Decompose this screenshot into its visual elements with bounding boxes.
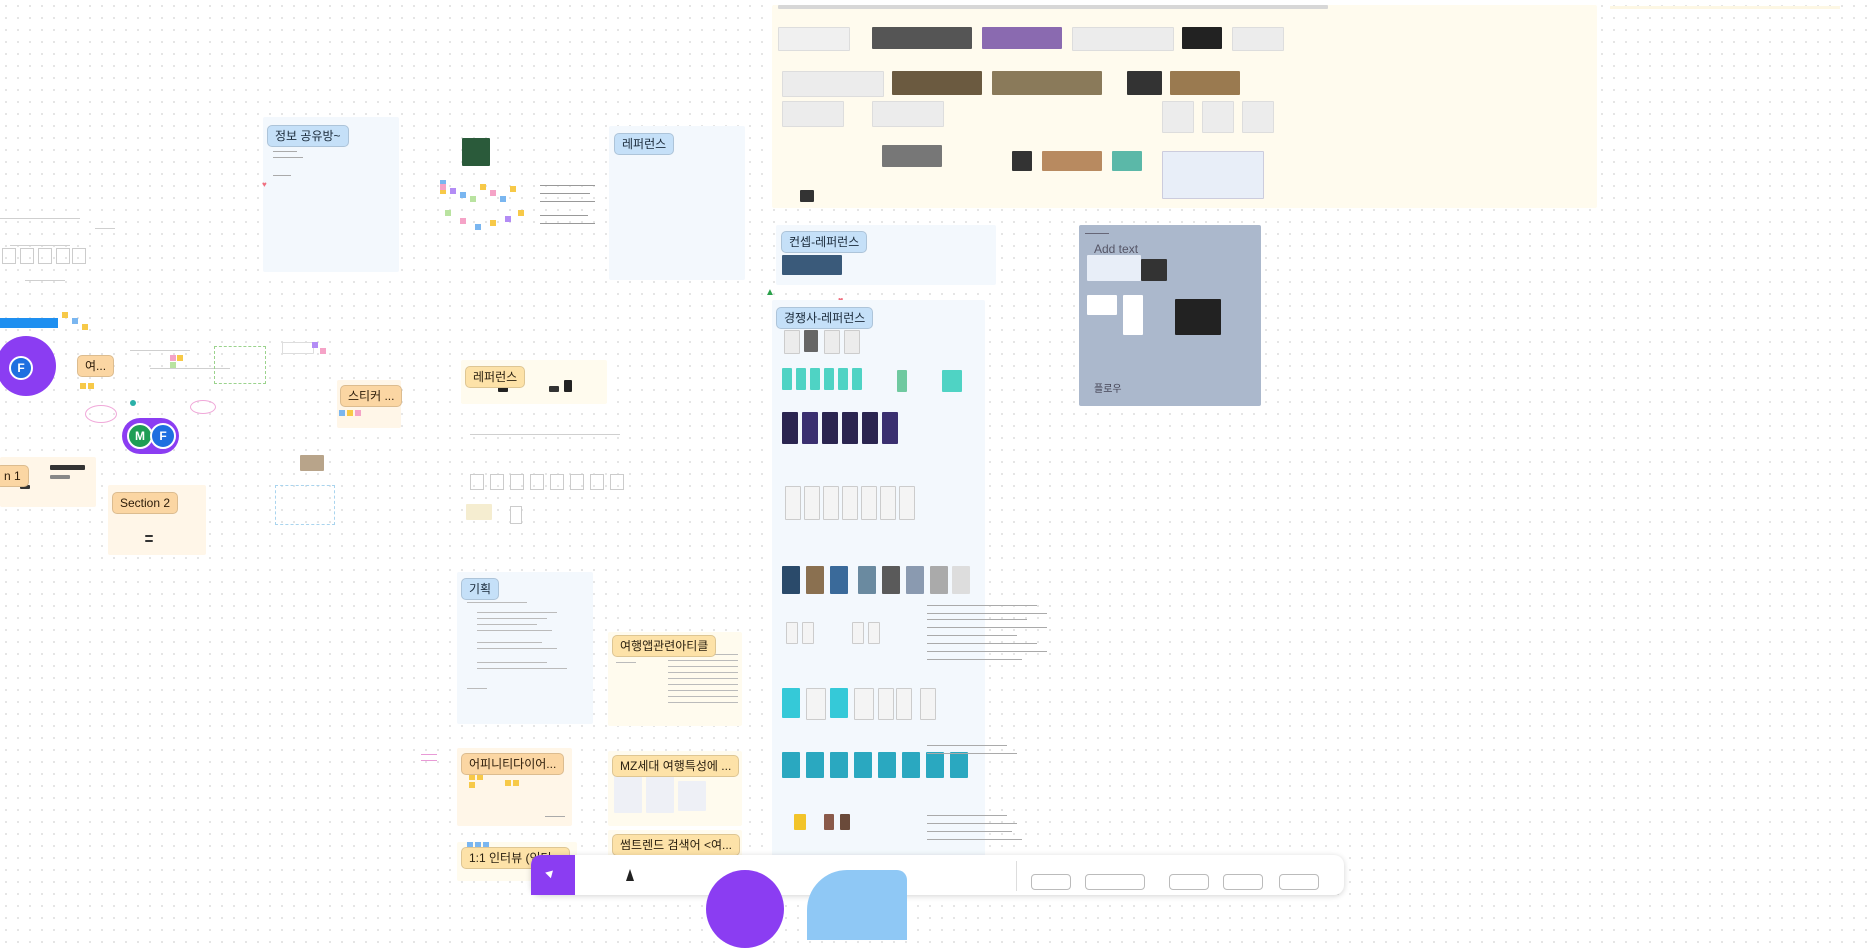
section-label-competitor-reference[interactable]: 경쟁사-레퍼런스 xyxy=(776,307,874,329)
avatar-f-large[interactable]: F xyxy=(9,356,33,380)
cursor-arrow-icon xyxy=(545,867,556,879)
top-right-strip xyxy=(1610,6,1840,9)
pink-ellipse xyxy=(85,405,117,423)
notes-text-column xyxy=(927,605,1052,855)
section-label-1[interactable]: n 1 xyxy=(0,465,29,487)
section-label-concept-reference[interactable]: 컨셉-레퍼런스 xyxy=(781,231,868,253)
section-label-sticker[interactable]: 스티커 ... xyxy=(340,385,403,407)
small-photo xyxy=(300,455,324,471)
widget-button-3[interactable] xyxy=(1169,874,1209,890)
section-label-yeo[interactable]: 여... xyxy=(77,355,115,377)
left-cluster-sketches xyxy=(0,200,180,310)
section-label-reference-a[interactable]: 레퍼런스 xyxy=(614,133,675,155)
wireframe-sketches xyxy=(450,430,630,530)
avatar-f-small[interactable]: F xyxy=(150,423,176,449)
widget-button-4[interactable] xyxy=(1223,874,1263,890)
add-text-placeholder[interactable]: Add text xyxy=(1094,242,1138,256)
thumbs-up-icon: ▲ xyxy=(765,287,775,298)
reference-board-top xyxy=(772,5,1597,208)
select-tool-button[interactable] xyxy=(531,855,575,895)
board-sticky-cluster xyxy=(420,135,600,250)
left-sticky-cluster xyxy=(80,383,100,393)
section-label-travel-app-article[interactable]: 여행앱관련아티클 xyxy=(612,635,717,657)
section-label-2[interactable]: Section 2 xyxy=(112,492,179,514)
toolbar-divider xyxy=(1016,861,1017,891)
small-frames-mid xyxy=(272,338,332,378)
section-label-affinity[interactable]: 어피니티다이어... xyxy=(461,753,565,775)
pink-side-note xyxy=(421,752,441,762)
section-label-info-share[interactable]: 정보 공유방~ xyxy=(267,125,349,147)
section-label-some-trend[interactable]: 썸트렌드 검색어 <여... xyxy=(612,834,740,856)
bottom-toolbar xyxy=(531,855,1344,948)
pen-icon[interactable] xyxy=(626,869,634,881)
flow-label: 플로우 xyxy=(1094,384,1122,395)
mindmap-area xyxy=(110,330,270,420)
circle-shape-icon[interactable] xyxy=(706,870,784,948)
heart-icon: ♥ xyxy=(262,180,267,189)
widget-button-5[interactable] xyxy=(1279,874,1319,890)
blue-banner xyxy=(0,318,58,328)
section-label-reference-b[interactable]: 레퍼런스 xyxy=(465,366,526,388)
widget-button-1[interactable] xyxy=(1031,874,1071,890)
small-doc-frame xyxy=(275,485,335,525)
section-label-mz-travel[interactable]: MZ세대 여행특성에 ... xyxy=(612,755,740,777)
section-label-planning[interactable]: 기획 xyxy=(461,578,500,600)
widget-button-2[interactable] xyxy=(1085,874,1145,890)
left-small-notes xyxy=(62,312,102,342)
